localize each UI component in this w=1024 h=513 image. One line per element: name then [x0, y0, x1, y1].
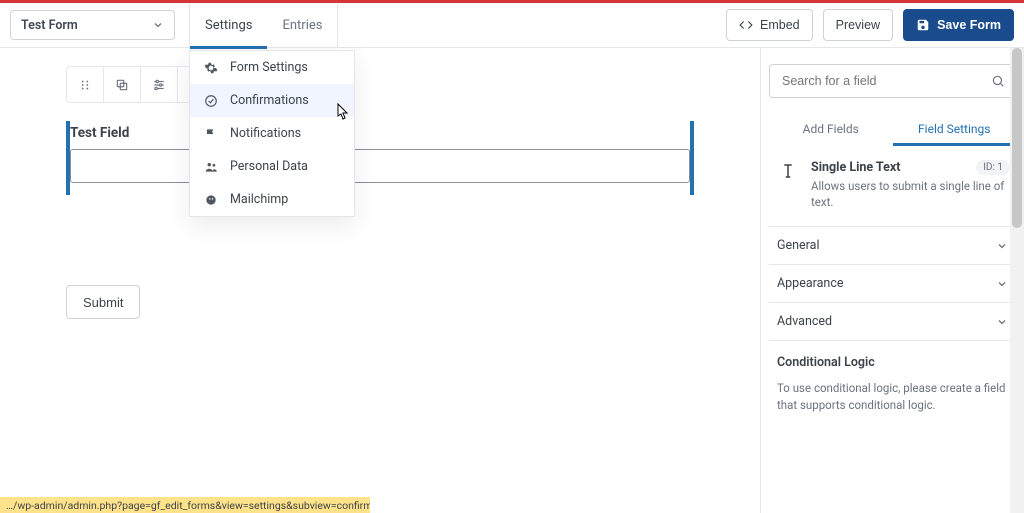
search-input[interactable]	[780, 73, 983, 89]
browser-status-bar: …/wp-admin/admin.php?page=gf_edit_forms&…	[0, 497, 370, 513]
code-icon	[739, 18, 753, 32]
save-button[interactable]: Save Form	[903, 9, 1014, 41]
menu-confirmations-label: Confirmations	[230, 93, 309, 108]
menu-personal-data[interactable]: Personal Data	[190, 150, 354, 183]
gear-icon	[204, 61, 218, 75]
field-block[interactable]: Test Field	[66, 121, 694, 195]
duplicate-icon	[115, 78, 129, 92]
form-selector[interactable]: Test Form	[10, 10, 175, 40]
status-url: …/wp-admin/admin.php?page=gf_edit_forms&…	[6, 499, 370, 512]
field-search[interactable]	[769, 64, 1016, 98]
tab-settings[interactable]: Settings	[190, 3, 267, 48]
settings-dropdown: Form Settings Confirmations Notification…	[189, 50, 355, 217]
tool-settings[interactable]	[140, 66, 177, 103]
submit-label: Submit	[83, 295, 123, 310]
tab-settings-label: Settings	[205, 18, 252, 33]
users-icon	[204, 160, 218, 174]
tab-entries-label: Entries	[282, 18, 322, 33]
section-appearance-label: Appearance	[777, 276, 844, 291]
section-advanced[interactable]: Advanced	[769, 303, 1016, 341]
menu-confirmations[interactable]: Confirmations	[190, 84, 354, 117]
menu-form-settings[interactable]: Form Settings	[190, 51, 354, 84]
preview-button[interactable]: Preview	[823, 9, 893, 41]
flag-icon	[204, 127, 218, 141]
search-icon	[991, 74, 1005, 88]
tab-add-fields-label: Add Fields	[803, 122, 859, 136]
sidebar-tabs: Add Fields Field Settings	[769, 112, 1016, 146]
main-area: Test Field Submit Form Settings Confirma…	[0, 48, 1024, 513]
tab-add-fields[interactable]: Add Fields	[769, 112, 893, 146]
form-selector-label: Test Form	[21, 18, 78, 33]
scrollbar-thumb[interactable]	[1012, 48, 1022, 228]
menu-personal-data-label: Personal Data	[230, 159, 308, 174]
section-advanced-label: Advanced	[777, 314, 832, 329]
chevron-down-icon	[996, 240, 1008, 252]
conditional-logic-section: Conditional Logic To use conditional log…	[769, 341, 1016, 427]
save-icon	[916, 18, 930, 32]
save-label: Save Form	[937, 18, 1001, 32]
submit-button[interactable]: Submit	[66, 285, 140, 319]
header-actions: Embed Preview Save Form	[726, 9, 1014, 41]
conditional-title: Conditional Logic	[777, 355, 1008, 370]
right-sidebar: Add Fields Field Settings Single Line Te…	[760, 48, 1024, 513]
tool-duplicate[interactable]	[103, 66, 140, 103]
check-circle-icon	[204, 94, 218, 108]
field-input[interactable]	[70, 149, 690, 183]
field-label: Test Field	[70, 125, 690, 141]
primary-tabs: Settings Entries	[189, 3, 338, 48]
tab-entries[interactable]: Entries	[267, 3, 337, 48]
drag-icon	[78, 78, 92, 92]
chevron-down-icon	[996, 316, 1008, 328]
vertical-scrollbar[interactable]	[1010, 48, 1024, 513]
tab-field-settings-label: Field Settings	[918, 122, 990, 136]
text-field-icon	[779, 162, 797, 180]
section-general-label: General	[777, 238, 820, 253]
chevron-down-icon	[996, 278, 1008, 290]
menu-mailchimp-label: Mailchimp	[230, 192, 288, 207]
top-bar: Test Form Settings Entries Embed Preview…	[0, 3, 1024, 48]
field-toolbar	[66, 66, 760, 103]
conditional-text: To use conditional logic, please create …	[777, 380, 1008, 413]
preview-label: Preview	[836, 18, 880, 32]
field-info: Single Line Text ID: 1 Allows users to s…	[769, 146, 1016, 227]
tab-field-settings[interactable]: Field Settings	[893, 112, 1017, 146]
menu-mailchimp[interactable]: Mailchimp	[190, 183, 354, 216]
menu-form-settings-label: Form Settings	[230, 60, 308, 75]
field-id-badge: ID: 1	[976, 160, 1010, 175]
menu-notifications-label: Notifications	[230, 126, 301, 141]
mailchimp-icon	[204, 193, 218, 207]
sliders-icon	[152, 78, 166, 92]
form-canvas: Test Field Submit Form Settings Confirma…	[0, 48, 760, 513]
section-appearance[interactable]: Appearance	[769, 265, 1016, 303]
embed-label: Embed	[760, 18, 800, 32]
field-type-desc: Allows users to submit a single line of …	[811, 178, 1010, 210]
chevron-down-icon	[152, 19, 164, 31]
section-general[interactable]: General	[769, 227, 1016, 265]
menu-notifications[interactable]: Notifications	[190, 117, 354, 150]
field-type-title: Single Line Text	[811, 160, 900, 175]
tool-drag[interactable]	[66, 66, 103, 103]
embed-button[interactable]: Embed	[726, 9, 813, 41]
